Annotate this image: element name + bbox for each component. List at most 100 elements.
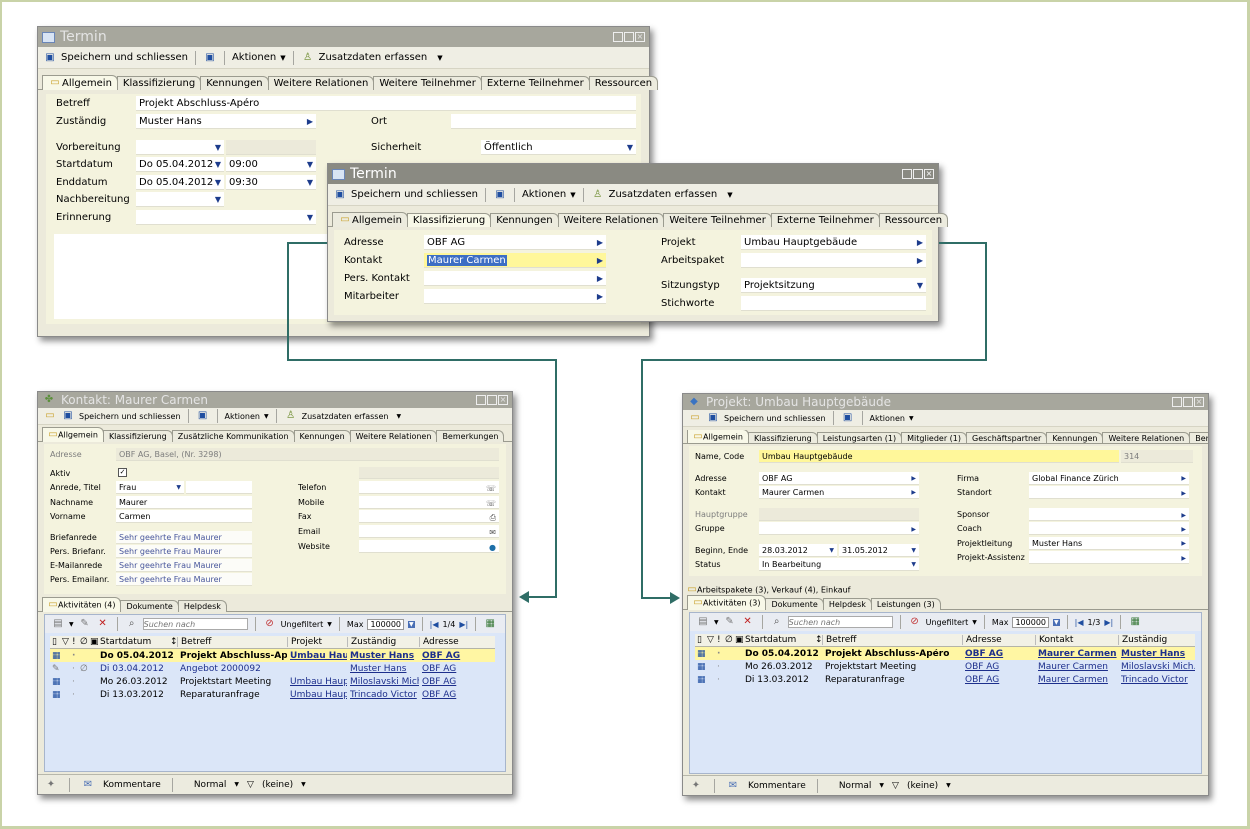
- chevron-down-icon[interactable]: ▼: [627, 140, 633, 154]
- extra-data-button[interactable]: Zusatzdaten erfassen: [319, 52, 428, 63]
- chevron-down-icon[interactable]: ▼: [946, 782, 951, 789]
- new-icon[interactable]: ▤: [51, 618, 65, 630]
- title-bar[interactable]: ✤ Kontakt: Maurer Carmen ×: [38, 392, 512, 408]
- website-field[interactable]: ●: [359, 540, 499, 553]
- col-betreff[interactable]: Betreff: [822, 635, 962, 645]
- standort-field[interactable]: ▶: [1029, 486, 1189, 499]
- window-controls[interactable]: ×: [902, 169, 934, 179]
- col-startdatum[interactable]: Startdatum: [100, 637, 170, 647]
- cell-adresse[interactable]: OBF AG: [422, 677, 492, 687]
- window-controls[interactable]: ×: [613, 32, 645, 42]
- chevron-down-icon[interactable]: ▼: [911, 558, 916, 570]
- ende-field[interactable]: 31.05.2012 ▼: [839, 544, 919, 557]
- flag-select[interactable]: (keine): [907, 781, 938, 791]
- save-close-button[interactable]: Speichern und schliessen: [79, 412, 181, 421]
- col-adresse[interactable]: Adresse: [962, 635, 1035, 645]
- chevron-down-icon[interactable]: ▼: [307, 210, 313, 224]
- chevron-down-icon[interactable]: ▼: [307, 157, 313, 171]
- max-select[interactable]: 100000: [367, 618, 405, 630]
- table-row[interactable]: ▦ · Do 05.04.2012 Projekt Abschluss-Apér…: [50, 649, 495, 662]
- tab-leistungsarten[interactable]: Leistungsarten (1): [816, 432, 903, 443]
- tab-aktivitaeten[interactable]: ▭Aktivitäten (4): [42, 597, 122, 612]
- tab-mitglieder[interactable]: Mitglieder (1): [901, 432, 967, 443]
- last-page-icon[interactable]: ▶|: [459, 620, 468, 629]
- disk-icon[interactable]: ▣: [841, 412, 855, 424]
- tab-kennungen[interactable]: Kennungen: [1046, 432, 1104, 443]
- tab-allgemein[interactable]: ▭Allgemein: [332, 212, 408, 227]
- chevron-down-icon[interactable]: ▼: [69, 621, 74, 628]
- sicherheit-select[interactable]: Öffentlich ▼: [481, 140, 636, 155]
- minimize-icon[interactable]: [476, 395, 486, 405]
- disk-icon[interactable]: ▣: [493, 189, 507, 201]
- tab-klassifizierung[interactable]: Klassifizierung: [102, 430, 173, 442]
- edit-icon[interactable]: ✎: [78, 618, 92, 630]
- title-bar[interactable]: Termin ×: [328, 164, 938, 184]
- arrow-right-icon[interactable]: ▶: [1181, 472, 1186, 484]
- table-row[interactable]: ✎ · ∅ Di 03.04.2012 Angebot 2000092 Must…: [50, 662, 495, 675]
- phone-icon[interactable]: ☏: [486, 481, 496, 493]
- chevron-down-icon[interactable]: ▼: [301, 781, 306, 788]
- maximize-icon[interactable]: [487, 395, 497, 405]
- tab-weitere-relationen[interactable]: Weitere Relationen: [349, 430, 438, 442]
- search-input[interactable]: [142, 618, 248, 630]
- cell-projekt[interactable]: Umbau Haupt...: [290, 690, 347, 700]
- col-kontakt[interactable]: Kontakt: [1035, 635, 1118, 645]
- cell-zustaendig[interactable]: Trincado Victor: [1121, 675, 1195, 685]
- arrow-right-icon[interactable]: ▶: [307, 114, 313, 128]
- first-page-icon[interactable]: |◀: [430, 620, 439, 629]
- titel-field[interactable]: [186, 481, 252, 494]
- projektleitung-field[interactable]: Muster Hans ▶: [1029, 537, 1189, 550]
- cell-projekt[interactable]: Umbau Hau...: [290, 651, 347, 661]
- table-row[interactable]: ▦ · Mo 26.03.2012 Projektstart Meeting O…: [695, 660, 1195, 673]
- chevron-down-icon[interactable]: ▼: [879, 782, 884, 789]
- pers-emailanr-field[interactable]: Sehr geehrte Frau Maurer: [116, 573, 252, 586]
- cell-zustaendig[interactable]: Muster Hans: [350, 664, 419, 674]
- chevron-down-icon[interactable]: ▼: [215, 175, 221, 189]
- export-icon[interactable]: ▦: [1128, 616, 1142, 628]
- flag-select[interactable]: (keine): [262, 780, 293, 790]
- save-close-button[interactable]: Speichern und schliessen: [61, 52, 188, 63]
- cell-zustaendig[interactable]: Miloslavski Mich...: [1121, 662, 1195, 672]
- cell-zustaendig[interactable]: Muster Hans: [350, 651, 419, 661]
- status-select[interactable]: In Bearbeitung ▼: [759, 558, 919, 571]
- tab-weitere-relationen[interactable]: Weitere Relationen: [557, 213, 665, 227]
- tab-allgemein[interactable]: ▭Allgemein: [687, 430, 749, 443]
- comments-button[interactable]: Kommentare: [748, 781, 806, 791]
- actions-menu[interactable]: Aktionen: [232, 52, 276, 63]
- maximize-icon[interactable]: [624, 32, 634, 42]
- vorbereitung-select[interactable]: ▼: [136, 140, 224, 155]
- sitzungstyp-select[interactable]: Projektsitzung ▼: [741, 278, 926, 293]
- tab-allgemein[interactable]: ▭Allgemein: [42, 427, 104, 442]
- mobile-field[interactable]: ☏: [359, 496, 499, 509]
- col-zustaendig[interactable]: Zuständig: [347, 637, 419, 647]
- arrow-right-icon[interactable]: ▶: [597, 253, 603, 267]
- chevron-down-icon[interactable]: ▼: [917, 278, 923, 292]
- export-icon[interactable]: ▦: [483, 618, 497, 630]
- chevron-down-icon[interactable]: ▼: [176, 481, 181, 493]
- anrede-select[interactable]: Frau ▼: [116, 481, 184, 494]
- fax-icon[interactable]: ⎙: [490, 510, 496, 522]
- globe-icon[interactable]: ●: [489, 540, 496, 552]
- filter-button[interactable]: Ungefiltert: [281, 620, 324, 629]
- ort-field[interactable]: [451, 114, 636, 129]
- chevron-down-icon[interactable]: ▼: [327, 621, 332, 628]
- chevron-down-icon[interactable]: ▼: [829, 544, 834, 556]
- actions-menu[interactable]: Aktionen: [225, 412, 260, 421]
- minimize-icon[interactable]: [902, 169, 912, 179]
- actions-menu[interactable]: Aktionen: [870, 414, 905, 423]
- chevron-down-icon[interactable]: ▼: [911, 544, 916, 556]
- nachbereitung-select[interactable]: ▼: [136, 192, 224, 207]
- priority-select[interactable]: Normal: [194, 780, 227, 790]
- col-startdatum[interactable]: Startdatum: [745, 635, 815, 645]
- tab-klassifizierung[interactable]: Klassifizierung: [406, 213, 492, 227]
- filter-button[interactable]: Ungefiltert: [926, 618, 969, 627]
- arrow-right-icon[interactable]: ▶: [1181, 522, 1186, 534]
- cell-zustaendig[interactable]: Miloslavski Mich...: [350, 677, 419, 687]
- chevron-down-icon[interactable]: ▼: [215, 140, 221, 154]
- arrow-right-icon[interactable]: ▶: [911, 522, 916, 534]
- chevron-down-icon[interactable]: ▼: [215, 157, 221, 171]
- tab-geschaeftspartner[interactable]: Geschäftspartner: [966, 432, 1048, 443]
- chevron-down-icon[interactable]: ▼: [307, 175, 313, 189]
- tab-helpdesk[interactable]: Helpdesk: [822, 598, 872, 610]
- tab-kennungen[interactable]: Kennungen: [200, 76, 269, 90]
